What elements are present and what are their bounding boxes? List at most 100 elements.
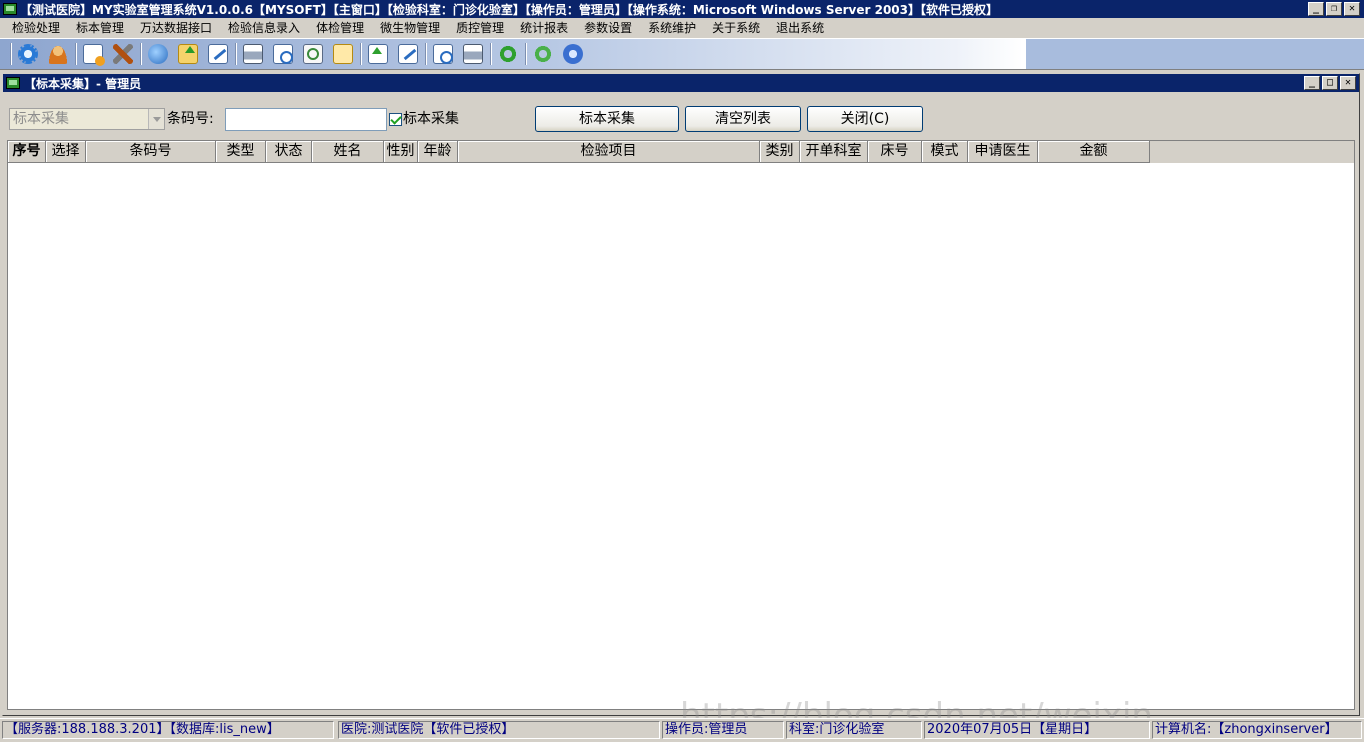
- upload-icon: [178, 44, 198, 64]
- user-icon: [48, 44, 68, 64]
- menu-item-test-info-entry[interactable]: 检验信息录入: [220, 18, 308, 38]
- column-header-index[interactable]: 序号: [8, 141, 46, 163]
- menu-item-wanda-interface[interactable]: 万达数据接口: [132, 18, 220, 38]
- toolbar-separator: [490, 43, 492, 65]
- edit-button[interactable]: [205, 41, 231, 67]
- close-button[interactable]: ✕: [1344, 2, 1360, 16]
- child-minimize-button[interactable]: _: [1304, 76, 1320, 90]
- status-server: 【服务器:188.188.3.201】【数据库:lis_new】: [2, 721, 334, 739]
- toolbar: [0, 38, 1364, 70]
- toolbar-separator: [525, 43, 527, 65]
- status-date-text: 2020年07月05日【星期日】: [927, 722, 1098, 737]
- power-icon: [563, 44, 583, 64]
- grid-header: 序号 选择 条码号 类型 状态 姓名 性别 年龄 检验项目 类别 开单科室 床号…: [8, 141, 1354, 163]
- filter-row: 标本采集 条码号: 标本采集 标本采集 清空列表 关闭(C): [7, 106, 1347, 132]
- status-department-text: 科室:门诊化验室: [789, 722, 885, 737]
- barcode-input[interactable]: [225, 108, 387, 131]
- column-header-barcode[interactable]: 条码号: [86, 141, 216, 163]
- column-header-type[interactable]: 类型: [216, 141, 266, 163]
- copy-button[interactable]: [330, 41, 356, 67]
- window-icon: [6, 77, 20, 89]
- main-title-bar: 【测试医院】MY实验室管理系统V1.0.0.6【MYSOFT】【主窗口】【检验科…: [0, 0, 1364, 18]
- column-header-bed[interactable]: 床号: [868, 141, 922, 163]
- toolbar-separator: [10, 43, 12, 65]
- toolbar-separator: [75, 43, 77, 65]
- menu-item-about[interactable]: 关于系统: [704, 18, 768, 38]
- print-preview-icon: [273, 44, 293, 64]
- menu-item-test-processing[interactable]: 检验处理: [4, 18, 68, 38]
- print-preview-button[interactable]: [270, 41, 296, 67]
- printer-icon: [463, 44, 483, 64]
- column-header-select[interactable]: 选择: [46, 141, 86, 163]
- status-hospital-text: 医院:测试医院【软件已授权】: [341, 722, 515, 737]
- status-computer-text: 计算机名:【zhongxinserver】: [1155, 722, 1338, 737]
- status-date: 2020年07月05日【星期日】: [924, 721, 1150, 739]
- child-title-bar: 【标本采集】- 管理员 _ □ ✕: [3, 74, 1359, 92]
- menu-item-specimen-management[interactable]: 标本管理: [68, 18, 132, 38]
- preview-button[interactable]: [430, 41, 456, 67]
- column-header-test-items[interactable]: 检验项目: [458, 141, 760, 163]
- printer-button[interactable]: [460, 41, 486, 67]
- menu-item-quality-control[interactable]: 质控管理: [448, 18, 512, 38]
- report-icon: [398, 44, 418, 64]
- column-header-amount[interactable]: 金额: [1038, 141, 1150, 163]
- mode-select-value: 标本采集: [13, 111, 69, 127]
- toolbar-separator: [235, 43, 237, 65]
- chevron-down-icon[interactable]: [148, 109, 164, 129]
- new-document-button[interactable]: [80, 41, 106, 67]
- menu-bar: 检验处理 标本管理 万达数据接口 检验信息录入 体检管理 微生物管理 质控管理 …: [0, 18, 1364, 38]
- sync-button[interactable]: [530, 41, 556, 67]
- toolbar-separator: [140, 43, 142, 65]
- barcode-label: 条码号:: [167, 111, 214, 127]
- child-window-title: 【标本采集】- 管理员: [24, 76, 142, 91]
- minimize-button[interactable]: _: [1308, 2, 1324, 16]
- tools-button[interactable]: [110, 41, 136, 67]
- web-button[interactable]: [145, 41, 171, 67]
- column-header-age[interactable]: 年龄: [418, 141, 458, 163]
- search-icon: [303, 44, 323, 64]
- column-header-name[interactable]: 姓名: [312, 141, 384, 163]
- toolbar-separator: [425, 43, 427, 65]
- column-header-status[interactable]: 状态: [266, 141, 312, 163]
- collect-checkbox-label[interactable]: 标本采集: [403, 108, 459, 130]
- child-close-button[interactable]: ✕: [1340, 76, 1356, 90]
- settings-button[interactable]: [15, 41, 41, 67]
- print-icon: [243, 44, 263, 64]
- menu-item-maintenance[interactable]: 系统维护: [640, 18, 704, 38]
- collect-button[interactable]: 标本采集: [535, 106, 679, 132]
- specimen-collection-window: 【标本采集】- 管理员 _ □ ✕ 标本采集 条码号: 标本采集 标本采集 清空…: [2, 73, 1360, 716]
- clear-list-button[interactable]: 清空列表: [685, 106, 801, 132]
- toolbar-separator: [360, 43, 362, 65]
- power-button[interactable]: [560, 41, 586, 67]
- menu-item-exit[interactable]: 退出系统: [768, 18, 832, 38]
- status-bar: 【服务器:188.188.3.201】【数据库:lis_new】 医院:测试医院…: [0, 718, 1364, 740]
- report-button[interactable]: [395, 41, 421, 67]
- menu-item-microbiology[interactable]: 微生物管理: [372, 18, 448, 38]
- status-operator-text: 操作员:管理员: [665, 722, 748, 737]
- menu-item-statistics[interactable]: 统计报表: [512, 18, 576, 38]
- user-button[interactable]: [45, 41, 71, 67]
- column-header-sex[interactable]: 性别: [384, 141, 418, 163]
- refresh-button[interactable]: [495, 41, 521, 67]
- column-header-mode[interactable]: 模式: [922, 141, 968, 163]
- print-button[interactable]: [240, 41, 266, 67]
- toolbar-background-block: [1026, 39, 1364, 69]
- restore-button[interactable]: ❐: [1326, 2, 1342, 16]
- export-button[interactable]: [365, 41, 391, 67]
- mode-select[interactable]: 标本采集: [9, 108, 165, 130]
- menu-item-parameters[interactable]: 参数设置: [576, 18, 640, 38]
- column-header-category[interactable]: 类别: [760, 141, 800, 163]
- search-button[interactable]: [300, 41, 326, 67]
- child-restore-button[interactable]: □: [1322, 76, 1338, 90]
- upload-button[interactable]: [175, 41, 201, 67]
- status-server-text: 【服务器:188.188.3.201】【数据库:lis_new】: [5, 722, 280, 737]
- column-header-doctor[interactable]: 申请医生: [968, 141, 1038, 163]
- column-header-ordering-dept[interactable]: 开单科室: [800, 141, 868, 163]
- specimen-grid[interactable]: 序号 选择 条码号 类型 状态 姓名 性别 年龄 检验项目 类别 开单科室 床号…: [7, 140, 1355, 710]
- menu-item-physical-exam[interactable]: 体检管理: [308, 18, 372, 38]
- window-title: 【测试医院】MY实验室管理系统V1.0.0.6【MYSOFT】【主窗口】【检验科…: [20, 2, 998, 17]
- collect-checkbox[interactable]: [389, 113, 402, 126]
- close-form-button[interactable]: 关闭(C): [807, 106, 923, 132]
- sync-icon: [533, 44, 553, 64]
- status-computer: 计算机名:【zhongxinserver】: [1152, 721, 1362, 739]
